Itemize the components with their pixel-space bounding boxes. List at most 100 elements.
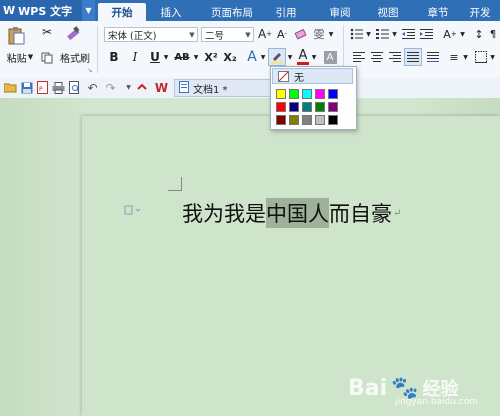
show-marks-icon[interactable]: ¶ (487, 26, 499, 42)
borders-icon[interactable] (473, 50, 489, 64)
open-folder-icon[interactable] (4, 81, 17, 94)
ribbon-separator (97, 25, 98, 73)
chevron-down-icon[interactable]: ▼ (122, 81, 135, 94)
align-right-icon[interactable] (388, 50, 402, 64)
grow-font-icon[interactable]: A + (257, 26, 273, 42)
chevron-down-icon[interactable]: ▼ (489, 50, 496, 64)
tab-insert[interactable]: 插入 (150, 3, 192, 21)
chevron-down-icon[interactable]: ▼ (259, 49, 267, 65)
chevron-down-icon[interactable]: ▼ (310, 49, 318, 65)
chevron-down-icon[interactable]: ▼ (327, 26, 335, 42)
numbered-list-icon[interactable] (375, 26, 391, 42)
watermark-brand: Bai (348, 375, 388, 401)
undo-icon[interactable]: ↶ (86, 81, 99, 95)
wps-logo-icon: W (3, 4, 16, 17)
chevron-down-icon[interactable]: ▼ (462, 50, 469, 64)
chevron-down-icon[interactable]: ▼ (391, 26, 398, 42)
tab-developer[interactable]: 开发 (462, 3, 498, 21)
paragraph-handle-icon[interactable] (124, 205, 144, 217)
color-swatch[interactable] (302, 102, 312, 112)
decrease-indent-icon[interactable] (401, 26, 417, 42)
save-icon[interactable] (20, 81, 33, 94)
chevron-down-icon[interactable]: ▼ (192, 49, 200, 65)
highlight-dropdown-icon[interactable]: ▼ (286, 49, 294, 65)
paste-dropdown-icon: ▼ (27, 53, 34, 61)
tab-chapter[interactable]: 章节 (420, 3, 456, 21)
line-spacing-icon[interactable]: ≡ (446, 50, 462, 64)
print-icon[interactable] (52, 81, 65, 94)
subscript-button[interactable]: X₂ (222, 49, 238, 65)
tab-view[interactable]: 视图 (370, 3, 406, 21)
tab-references[interactable]: 引用 (268, 3, 304, 21)
distributed-align-icon[interactable] (426, 50, 440, 64)
redo-icon[interactable]: ↷ (104, 81, 117, 95)
document-text-line[interactable]: 我为我是 中国人 而自豪 ↵ (182, 198, 401, 228)
print-preview-icon[interactable] (68, 81, 81, 94)
chevron-down-icon: ▼ (245, 30, 251, 39)
chinese-layout-icon[interactable]: A + (440, 26, 460, 42)
align-left-icon[interactable] (352, 50, 366, 64)
underline-button[interactable]: U (148, 49, 162, 65)
italic-button[interactable]: I (128, 49, 142, 65)
align-center-icon[interactable] (370, 50, 384, 64)
color-swatch[interactable] (276, 115, 286, 125)
selected-text[interactable]: 中国人 (266, 198, 329, 228)
color-swatch[interactable] (315, 102, 325, 112)
highlight-color-icon[interactable] (268, 48, 286, 66)
color-swatch[interactable] (289, 102, 299, 112)
cut-icon[interactable]: ✂ (40, 25, 54, 39)
pinyin-guide-icon[interactable]: 雯 (311, 26, 327, 42)
color-swatch[interactable] (289, 89, 299, 99)
app-menu-button[interactable]: W WPS 文字 (0, 0, 82, 21)
color-swatch[interactable] (315, 115, 325, 125)
export-pdf-icon[interactable]: P (36, 81, 49, 94)
increase-indent-icon[interactable] (419, 26, 435, 42)
no-color-label: 无 (294, 72, 304, 84)
font-size-select[interactable]: 二号 ▼ (201, 27, 254, 42)
font-name-select[interactable]: 宋体 (正文) ▼ (104, 27, 198, 42)
color-swatch[interactable] (276, 102, 286, 112)
font-color-icon[interactable]: A (296, 48, 310, 66)
shrink-font-icon[interactable]: A- (274, 26, 290, 42)
bold-button[interactable]: B (107, 49, 121, 65)
align-justify-icon[interactable] (404, 48, 422, 66)
superscript-button[interactable]: X² (203, 49, 219, 65)
document-tab-label: 文档1 * (193, 84, 228, 96)
format-painter-button[interactable]: 格式刷 (56, 50, 94, 65)
format-painter-icon[interactable] (64, 25, 82, 43)
tab-page-layout[interactable]: 页面布局 (200, 3, 264, 21)
customize-toolbar-icon[interactable] (136, 81, 149, 94)
copy-icon[interactable] (40, 51, 54, 65)
app-menu-dropdown-icon[interactable]: ▼ (82, 0, 95, 21)
chevron-down-icon[interactable]: ▼ (162, 49, 170, 65)
svg-text:P: P (39, 86, 43, 93)
tab-review[interactable]: 审阅 (318, 3, 362, 21)
strikethrough-button[interactable]: AB (172, 49, 192, 65)
color-swatch[interactable] (276, 89, 286, 99)
clear-format-icon[interactable] (293, 26, 309, 42)
text-effect-icon[interactable]: A (244, 49, 260, 65)
sort-icon[interactable]: ↕ (471, 26, 487, 42)
font-size-value: 二号 (205, 30, 225, 42)
chevron-down-icon[interactable]: ▼ (459, 26, 466, 42)
watermark-url: jingyan.baidu.com (395, 397, 479, 407)
color-swatch[interactable] (328, 102, 338, 112)
color-swatch[interactable] (289, 115, 299, 125)
tab-home[interactable]: 开始 (98, 3, 146, 21)
color-swatch[interactable] (302, 115, 312, 125)
color-swatch[interactable] (328, 115, 338, 125)
paste-button[interactable]: 粘贴 ▼ (3, 50, 37, 65)
no-color-icon (278, 70, 289, 82)
chevron-down-icon[interactable]: ▼ (365, 26, 372, 42)
wps-w-icon[interactable]: W (155, 81, 168, 95)
document-tab[interactable]: 文档1 * (174, 79, 274, 97)
bullet-list-icon[interactable] (349, 26, 365, 42)
color-swatch[interactable] (315, 89, 325, 99)
character-shading-icon[interactable]: A (322, 49, 338, 65)
color-swatch[interactable] (302, 89, 312, 99)
dialog-launcher-icon[interactable]: ↘ (86, 66, 94, 74)
no-color-option[interactable]: 无 (272, 68, 353, 84)
margin-corner-mark (181, 177, 182, 191)
paste-icon[interactable] (4, 25, 28, 47)
color-swatch[interactable] (328, 89, 338, 99)
